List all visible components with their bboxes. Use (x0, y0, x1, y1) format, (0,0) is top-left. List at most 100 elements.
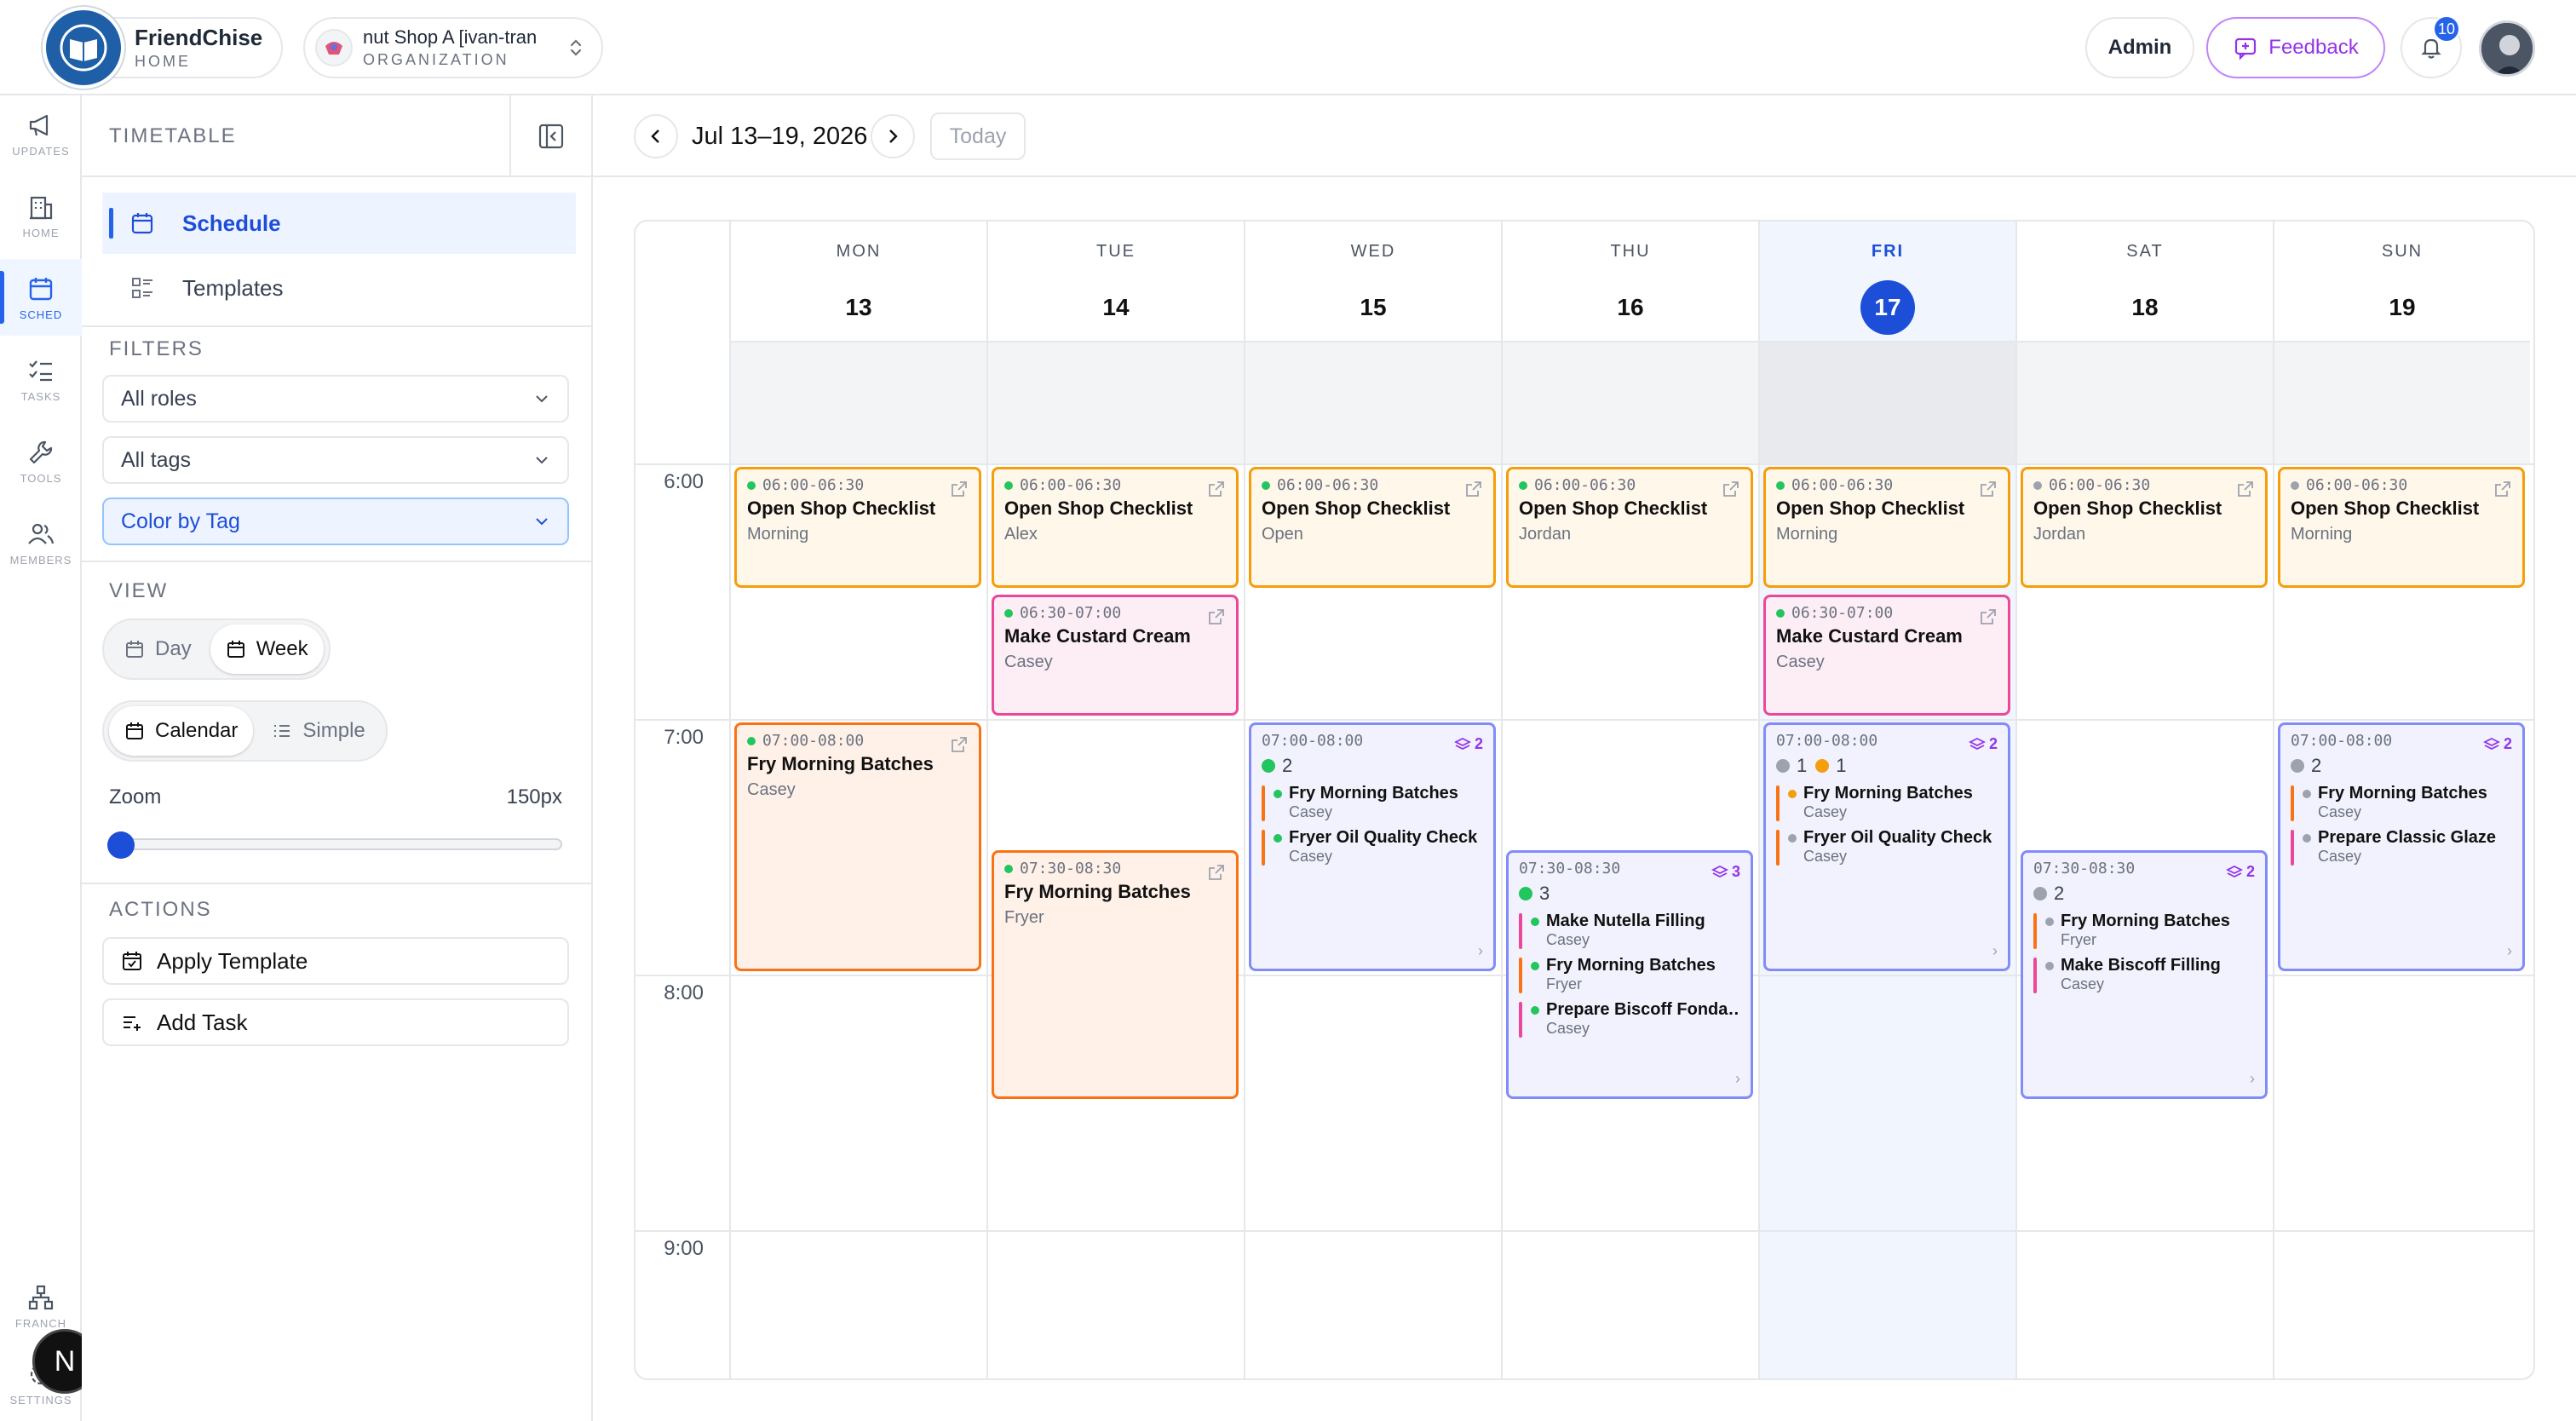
rail-item-members[interactable]: MEMBERS (0, 504, 82, 581)
grouped-task[interactable]: Fry Morning Batches Casey (1262, 784, 1483, 821)
tags-select[interactable]: All tags (102, 436, 569, 484)
task-card[interactable]: 06:00-06:30 Open Shop Checklist Morning (1763, 467, 2010, 588)
rail-item-tools[interactable]: TOOLS (0, 423, 82, 499)
grouped-task[interactable]: Fry Morning Batches Casey (1776, 784, 1998, 821)
nav-templates[interactable]: Templates (102, 257, 576, 319)
open-external-icon[interactable] (1207, 480, 1226, 498)
task-card[interactable]: 06:00-06:30 Open Shop Checklist Morning (2278, 467, 2525, 588)
open-external-icon[interactable] (2493, 480, 2512, 498)
open-external-icon[interactable] (1464, 480, 1483, 498)
zoom-slider-track[interactable] (114, 838, 562, 850)
day-header[interactable]: TUE 14 (986, 221, 1244, 341)
open-external-icon[interactable] (950, 735, 969, 754)
layers-icon (1453, 736, 1471, 753)
brand-switcher[interactable]: FriendChise HOME (41, 7, 283, 89)
rail-item-home[interactable]: HOME (0, 177, 82, 254)
view-day-button[interactable]: Day (109, 624, 207, 674)
all-day-cell[interactable] (1244, 341, 1501, 463)
apply-template-button[interactable]: Apply Template (102, 937, 569, 985)
status-dot (2045, 961, 2054, 970)
chevron-right-icon: › (1735, 1070, 1740, 1087)
mode-simple-label: Simple (302, 719, 365, 742)
task-title: Fry Morning Batches (1004, 881, 1191, 902)
rail-item-sched[interactable]: SCHED (0, 259, 82, 336)
open-external-icon[interactable] (1722, 480, 1740, 498)
task-card[interactable]: 06:00-06:30 Open Shop Checklist Morning (734, 467, 981, 588)
calendar-check-icon (123, 952, 141, 970)
grouped-task-title: Fry Morning Batches (2045, 912, 2255, 931)
color-by-select[interactable]: Color by Tag (102, 498, 569, 545)
day-header[interactable]: FRI 17 (1758, 221, 2015, 341)
nav-schedule[interactable]: Schedule (102, 193, 576, 254)
grouped-task[interactable]: Fry Morning Batches Fryer (2033, 912, 2255, 949)
grouped-task[interactable]: Fryer Oil Quality Check Casey (1776, 828, 1998, 866)
roles-select[interactable]: All roles (102, 375, 569, 423)
calendar-toolbar: Jul 13–19, 2026 Today (593, 95, 2576, 177)
panel-title: TIMETABLE (109, 124, 237, 147)
today-button[interactable]: Today (930, 112, 1026, 160)
status-count: 2 (1262, 755, 1292, 777)
org-switcher[interactable]: nut Shop A [ivan-tran ORGANIZATION (303, 17, 603, 78)
day-header[interactable]: MON 13 (729, 221, 986, 341)
status-dot (1788, 833, 1797, 843)
task-card[interactable]: 07:30-08:30 Fry Morning Batches Fryer (992, 850, 1239, 1099)
next-week-button[interactable] (871, 114, 915, 158)
group-count-badge: 2 (2225, 863, 2255, 881)
org-name: nut Shop A [ivan-tran (363, 28, 538, 48)
task-card[interactable]: 06:00-06:30 Open Shop Checklist Jordan (1506, 467, 1753, 588)
all-day-cell[interactable] (2015, 341, 2273, 463)
rail-item-tasks[interactable]: TASKS (0, 341, 82, 417)
prev-week-button[interactable] (634, 114, 678, 158)
chevron-updown-icon (570, 39, 582, 56)
task-card[interactable]: 06:00-06:30 Open Shop Checklist Open (1249, 467, 1496, 588)
mode-calendar-button[interactable]: Calendar (109, 706, 254, 756)
group-count: 2 (1474, 735, 1483, 752)
user-avatar[interactable] (2479, 20, 2535, 77)
all-day-cell[interactable] (2273, 341, 2530, 463)
open-external-icon[interactable] (1979, 607, 1998, 626)
grouped-task[interactable]: Fry Morning Batches Fryer (1519, 956, 1740, 993)
day-header[interactable]: SAT 18 (2015, 221, 2273, 341)
task-card[interactable]: 06:00-06:30 Open Shop Checklist Alex (992, 467, 1239, 588)
open-external-icon[interactable] (1207, 863, 1226, 882)
apply-template-label: Apply Template (157, 947, 308, 974)
day-header[interactable]: THU 16 (1501, 221, 1758, 341)
chevron-down-icon (536, 518, 548, 526)
collapse-panel-button[interactable] (509, 95, 591, 177)
task-group-card[interactable]: 07:30-08:30 3 3 Make Nutella Filling Casey Fr… (1506, 850, 1753, 1099)
grouped-task[interactable]: Fryer Oil Quality Check Casey (1262, 828, 1483, 866)
task-group-card[interactable]: 07:00-08:00 2 2 Fry Morning Batches Casey Fry… (1249, 722, 1496, 971)
day-header[interactable]: SUN 19 (2273, 221, 2530, 341)
view-week-button[interactable]: Week (210, 624, 324, 674)
all-day-cell[interactable] (986, 341, 1244, 463)
day-number: 15 (1360, 294, 1387, 320)
grouped-task[interactable]: Make Nutella Filling Casey (1519, 912, 1740, 949)
open-external-icon[interactable] (1979, 480, 1998, 498)
task-card[interactable]: 07:00-08:00 Fry Morning Batches Casey (734, 722, 981, 971)
open-external-icon[interactable] (2236, 480, 2255, 498)
day-header[interactable]: WED 15 (1244, 221, 1501, 341)
open-external-icon[interactable] (950, 480, 969, 498)
open-external-icon[interactable] (1207, 607, 1226, 626)
status-summary: 11 (1776, 755, 1998, 777)
grouped-task[interactable]: Prepare Classic Glaze Casey (2291, 828, 2512, 866)
task-card[interactable]: 06:30-07:00 Make Custard Cream Casey (1763, 595, 2010, 716)
task-card[interactable]: 06:00-06:30 Open Shop Checklist Jordan (2021, 467, 2268, 588)
task-group-card[interactable]: 07:30-08:30 2 2 Fry Morning Batches Fryer Mak… (2021, 850, 2268, 1099)
add-task-button[interactable]: Add Task (102, 998, 569, 1046)
feedback-button[interactable]: Feedback (2206, 17, 2385, 78)
task-group-card[interactable]: 07:00-08:00 2 2 Fry Morning Batches Casey Pre… (2278, 722, 2525, 971)
task-card[interactable]: 06:30-07:00 Make Custard Cream Casey (992, 595, 1239, 716)
all-day-cell[interactable] (1501, 341, 1758, 463)
status-dot (1004, 864, 1013, 873)
task-group-card[interactable]: 07:00-08:00 2 1 1 Fry Morning Batches Casey Fr… (1763, 722, 2010, 971)
grouped-task[interactable]: Make Biscoff Filling Casey (2033, 956, 2255, 993)
rail-item-updates[interactable]: UPDATES (0, 95, 82, 172)
mode-simple-button[interactable]: Simple (256, 706, 380, 756)
grouped-task[interactable]: Prepare Biscoff Fonda… Casey (1519, 1000, 1740, 1038)
all-day-cell[interactable] (729, 341, 986, 463)
grouped-task[interactable]: Fry Morning Batches Casey (2291, 784, 2512, 821)
zoom-slider-thumb[interactable] (107, 831, 135, 859)
admin-button[interactable]: Admin (2085, 17, 2194, 78)
all-day-cell[interactable] (1758, 341, 2015, 463)
